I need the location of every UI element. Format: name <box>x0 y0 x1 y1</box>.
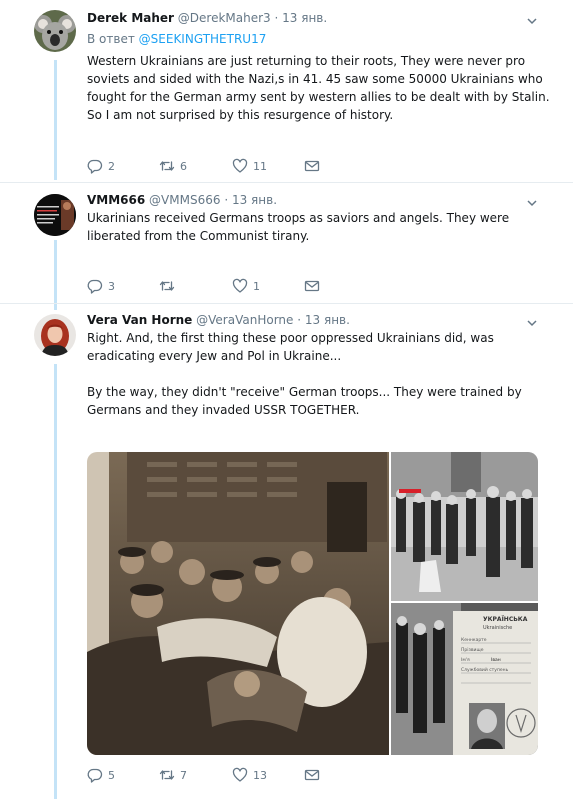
direct-message-button[interactable] <box>304 765 320 785</box>
like-count: 1 <box>253 279 260 293</box>
tweet-text-line: Right. And, the first thing these poor o… <box>87 331 494 345</box>
like-count: 13 <box>253 768 267 782</box>
timestamp[interactable]: 13 янв. <box>305 313 350 327</box>
like-button[interactable]: 11 <box>232 156 267 176</box>
like-count: 11 <box>253 159 267 173</box>
media-photo-top-right[interactable] <box>391 452 538 601</box>
document-field: Ім'я <box>461 657 470 663</box>
reply-count: 3 <box>108 279 115 293</box>
tweet-header: Vera Van Horne @VeraVanHorne · 13 янв. <box>87 312 350 328</box>
chevron-down-icon[interactable] <box>526 12 538 25</box>
reply-button[interactable]: 5 <box>87 765 115 785</box>
tweet-actions: 2 6 11 <box>87 156 527 176</box>
tweet-text: Ukarinians received Germans troops as sa… <box>87 209 537 245</box>
media-photo-bottom-right[interactable]: УКРАЇНСЬКА Ukrainische Кеннкарте Прізвищ… <box>391 603 538 755</box>
reply-count: 2 <box>108 159 115 173</box>
retweet-icon <box>159 281 175 291</box>
tweet-text-line: soviets and sided with the Nazi,s in 41.… <box>87 72 543 86</box>
tweet-text-line: Germans and they invaded USSR TOGETHER. <box>87 403 360 417</box>
direct-message-button[interactable] <box>304 156 320 176</box>
like-button[interactable]: 1 <box>232 276 260 296</box>
heart-icon <box>232 158 248 173</box>
timestamp[interactable]: 13 янв. <box>232 193 277 207</box>
username[interactable]: @VeraVanHorne <box>196 313 293 327</box>
direct-message-icon <box>304 160 320 172</box>
timestamp[interactable]: 13 янв. <box>282 11 327 25</box>
direct-message-button[interactable] <box>304 276 320 296</box>
retweet-icon <box>159 161 175 171</box>
chevron-down-icon[interactable] <box>526 314 538 327</box>
document-subtitle: Ukrainische <box>483 625 512 631</box>
reply-icon <box>87 768 103 783</box>
avatar[interactable] <box>34 314 76 356</box>
separator: · <box>224 193 229 207</box>
tweet-text-line: So I am not surprised by this resurgence… <box>87 108 394 122</box>
tweet-text-line: liberated from the Communist tirany. <box>87 229 310 243</box>
avatar[interactable] <box>34 194 76 236</box>
retweet-button[interactable]: 7 <box>159 765 187 785</box>
reply-icon <box>87 279 103 294</box>
document-field: Кеннкарте <box>461 637 487 643</box>
username[interactable]: @DerekMaher3 <box>178 11 271 25</box>
document-title: УКРАЇНСЬКА <box>483 616 528 623</box>
reply-button[interactable]: 3 <box>87 276 115 296</box>
tweet-text-line: Western Ukrainians are just returning to… <box>87 54 526 68</box>
reply-prefix: В ответ <box>87 32 135 46</box>
reply-context: В ответ @SEEKINGTHETRU17 <box>87 31 266 47</box>
like-button[interactable]: 13 <box>232 765 267 785</box>
tweet-text-line: fought for the German army sent by weste… <box>87 90 550 104</box>
tweet-text: Right. And, the first thing these poor o… <box>87 329 537 419</box>
divider <box>0 303 573 304</box>
tweet[interactable]: VMM666 @VMMS666 · 13 янв. Ukarinians rec… <box>0 192 573 302</box>
document-field-value: Іван <box>491 657 501 663</box>
retweet-icon <box>159 770 175 780</box>
tweet-media-grid: УКРАЇНСЬКА Ukrainische Кеннкарте Прізвищ… <box>87 452 538 755</box>
document-field: Службовий ступень <box>461 666 509 673</box>
tweet-header: Derek Maher @DerekMaher3 · 13 янв. <box>87 10 327 26</box>
retweet-button[interactable]: 6 <box>159 156 187 176</box>
direct-message-icon <box>304 769 320 781</box>
tweet-actions: 5 7 13 <box>87 765 527 785</box>
username[interactable]: @VMMS666 <box>149 193 220 207</box>
tweet[interactable]: Derek Maher @DerekMaher3 · 13 янв. В отв… <box>0 10 573 180</box>
display-name[interactable]: Derek Maher <box>87 11 174 25</box>
separator: · <box>274 11 279 25</box>
reply-count: 5 <box>108 768 115 782</box>
heart-icon <box>232 767 248 782</box>
tweet-text-line: Ukarinians received Germans troops as sa… <box>87 211 510 225</box>
display-name[interactable]: Vera Van Horne <box>87 313 192 327</box>
reply-icon <box>87 159 103 174</box>
chevron-down-icon[interactable] <box>526 194 538 207</box>
tweet-header: VMM666 @VMMS666 · 13 янв. <box>87 192 277 208</box>
tweet-actions: 3 1 <box>87 276 527 296</box>
retweet-count: 6 <box>180 159 187 173</box>
retweet-button[interactable] <box>159 276 180 296</box>
direct-message-icon <box>304 280 320 292</box>
tweet-text: Western Ukrainians are just returning to… <box>87 52 550 124</box>
divider <box>0 182 573 183</box>
display-name[interactable]: VMM666 <box>87 193 145 207</box>
media-photo-main[interactable] <box>87 452 389 755</box>
tweet-text-line: By the way, they didn't "receive" German… <box>87 385 522 399</box>
retweet-count: 7 <box>180 768 187 782</box>
heart-icon <box>232 278 248 293</box>
reply-mention-link[interactable]: @SEEKINGTHETRU17 <box>139 32 267 46</box>
reply-button[interactable]: 2 <box>87 156 115 176</box>
avatar[interactable] <box>34 10 76 52</box>
document-field: Прізвище <box>461 647 484 653</box>
tweet-text-line: eradicating every Jew and Pol in Ukraine… <box>87 349 342 363</box>
separator: · <box>297 313 302 327</box>
